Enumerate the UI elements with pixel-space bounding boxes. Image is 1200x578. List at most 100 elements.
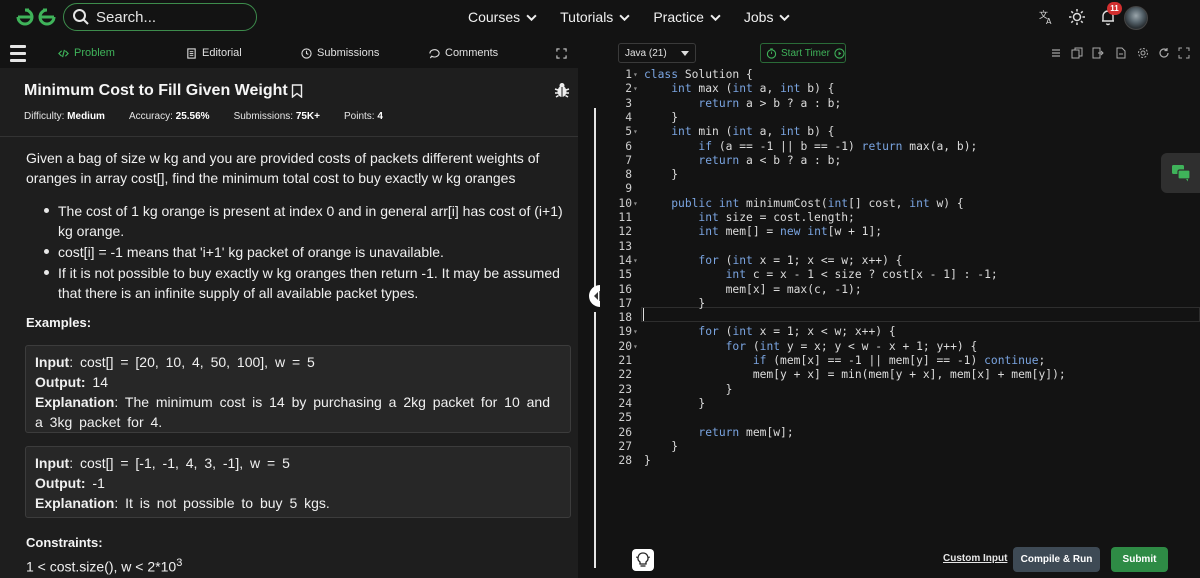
line-number: 4 [625,110,632,124]
constraints-heading: Constraints: [26,535,103,550]
code-editor[interactable]: 1 ▾ class Solution {2 ▾ int max (int a, int… [600,66,1200,542]
tab-submissions[interactable]: Submissions [301,47,379,59]
input-value: : cost[] = [-1, -1, 4, 3, -1], w = 5 [69,455,290,471]
divider-line [594,312,596,568]
search-box[interactable]: Search... [63,3,257,31]
language-select[interactable]: Java (21) [618,43,696,63]
problem-content: Minimum Cost to Fill Given Weight Diffic… [0,68,578,578]
accuracy: Accuracy: 25.56% [129,111,210,122]
points-label: Points: [344,111,375,122]
fold-arrow-icon[interactable]: ▾ [633,125,641,139]
top-navbar: Search... Courses Tutorials Practice Job… [0,0,1200,34]
problem-notes: The cost of 1 kg orange is present at in… [44,201,564,304]
line-number: 27 [618,439,632,453]
file-icon[interactable] [1115,47,1127,59]
tab-problem-label: Problem [74,47,115,59]
reset-icon[interactable] [1158,47,1170,59]
search-placeholder[interactable]: Search... [96,9,156,26]
nav-courses[interactable]: Courses [468,9,537,25]
geeksforgeeks-logo[interactable] [14,6,58,28]
line-number: 14 [618,253,632,267]
fold-arrow-icon[interactable]: ▾ [633,325,641,339]
code-line: int mem[] = new int[w + 1]; [698,225,883,239]
divider-line [594,108,596,288]
code-line: } [644,296,706,310]
fold-arrow-icon[interactable]: ▾ [633,68,641,82]
explanation-value: : It is not possible to buy 5 kgs. [114,495,330,511]
code-line: int size = cost.length; [698,211,855,224]
translate-icon[interactable]: 文A [1037,8,1055,26]
editor-toolbar: Java (21) Start Timer [600,40,1200,66]
example-box: Input: cost[] = [20, 10, 4, 50, 100], w … [25,345,571,433]
line-number: 11 [618,211,632,224]
chat-button[interactable] [1161,153,1200,193]
theme-toggle-icon[interactable] [1068,8,1086,26]
chevron-down-icon [779,14,791,21]
expand-icon[interactable] [556,48,567,59]
line-number: 6 [625,139,632,153]
copy-icon[interactable] [1071,47,1083,59]
line-number: 16 [618,282,632,296]
line-number: 8 [625,168,632,182]
line-number: 5 [625,125,632,139]
example-box: Input: cost[] = [-1, -1, 4, 3, -1], w = … [25,446,571,518]
line-number: 28 [618,454,632,468]
tab-submissions-label: Submissions [317,47,380,59]
import-icon[interactable] [1092,47,1104,59]
divider [0,136,578,137]
report-bug-icon[interactable] [553,81,571,99]
difficulty-label: Difficulty: [24,111,65,122]
compile-run-button[interactable]: Compile & Run [1013,547,1100,572]
nav-courses-label: Courses [468,9,521,25]
constraint-base: 1 < cost.size(), w < 2*10 [26,558,177,575]
fold-arrow-icon[interactable]: ▾ [633,254,641,268]
code-line: mem[x] = max(c, -1); [644,282,862,296]
chevron-down-icon [619,14,630,21]
tab-problem[interactable]: Problem [58,47,115,59]
output-label: Output: [35,475,86,491]
list-icon[interactable] [1050,47,1062,59]
avatar[interactable] [1124,6,1148,30]
explanation-label: Explanation [35,394,115,410]
hint-button[interactable] [632,549,654,571]
start-timer-button[interactable]: Start Timer [760,43,846,63]
line-number: 17 [618,296,632,310]
tab-comments[interactable]: Comments [429,47,498,59]
line-number: 9 [625,182,632,196]
code-line: } [644,382,733,396]
explanation-label: Explanation [35,495,115,511]
line-number: 24 [618,396,632,410]
custom-input-link[interactable]: Custom Input [943,553,1007,564]
input-value: : cost[] = [20, 10, 4, 50, 100], w = 5 [69,354,315,370]
menu-icon[interactable] [10,45,26,63]
constraints-text: 1 < cost.size(), w < 2*103 [26,557,182,575]
list-item: If it is not possible to buy exactly w k… [44,263,564,303]
nav-practice[interactable]: Practice [653,9,721,25]
fullscreen-icon[interactable] [1178,47,1190,59]
line-number: 23 [618,382,632,396]
panel-divider[interactable] [590,40,600,578]
problem-tabbar: Problem Editorial Submissions Comments [0,40,590,68]
code-line: if (a == -1 || b == -1) return max(a, b)… [698,139,978,153]
settings-icon[interactable] [1137,47,1149,59]
nav-jobs[interactable]: Jobs [744,9,791,25]
fold-arrow-icon[interactable]: ▾ [633,197,641,211]
input-label: Input [35,455,70,471]
line-number: 22 [618,368,632,382]
fold-arrow-icon[interactable]: ▾ [633,340,641,354]
submit-button[interactable]: Submit [1111,547,1168,572]
lightbulb-icon [636,552,650,567]
code-line: for (int y = x; y < w - x + 1; y++) { [725,339,978,353]
list-item: cost[i] = -1 means that 'i+1' kg packet … [44,242,564,262]
comment-icon [429,48,440,58]
code-line: int max (int a, int b) { [671,82,835,96]
chat-icon [1171,165,1191,182]
problem-title: Minimum Cost to Fill Given Weight [24,82,303,100]
nav-tutorials[interactable]: Tutorials [560,9,630,25]
bookmark-icon[interactable] [291,84,303,98]
fold-arrow-icon[interactable]: ▾ [633,82,641,96]
line-number: 19 [618,325,632,339]
code-line: int min (int a, int b) { [671,125,835,139]
tab-editorial[interactable]: Editorial [186,47,242,59]
caret-down-icon [681,51,689,56]
